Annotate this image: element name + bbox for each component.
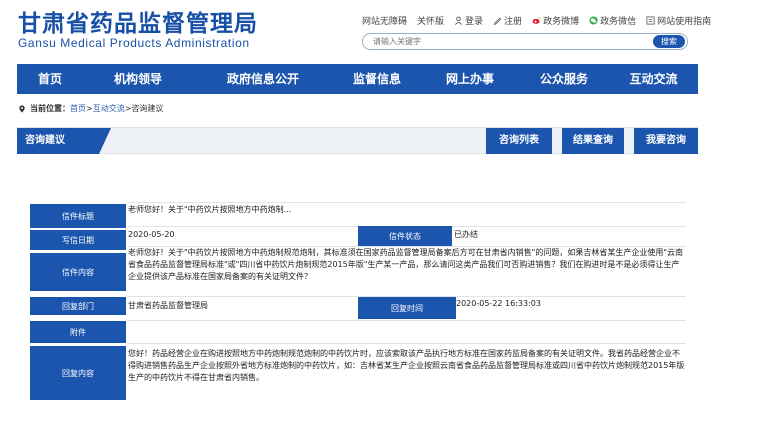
breadcrumb: 当前位置： 首页 > 互动交流 > 咨询建议 <box>18 103 163 114</box>
department-label: 回复部门 <box>30 297 126 315</box>
attachment-label: 附件 <box>30 321 126 343</box>
content-value: 老师您好！关于"中药饮片按照地方中药炮制规范炮制，其标准须在国家药品监督管理局备… <box>128 248 684 281</box>
login-link[interactable]: 登录 <box>454 14 483 27</box>
reply-value: 您好！药品经营企业在购进按照地方中药炮制规范炮制的中药饮片时，应该索取该产品执行… <box>128 349 685 382</box>
nav-item-interaction[interactable]: 互动交流 <box>609 64 698 94</box>
breadcrumb-home[interactable]: 首页 <box>70 103 86 114</box>
main-nav: 首页 机构领导 政府信息公开 监督信息 网上办事 公众服务 互动交流 <box>17 64 698 94</box>
site-title: 甘肃省药品监督管理局 <box>18 11 258 37</box>
weibo-icon <box>532 16 541 24</box>
weibo-link[interactable]: 政务微博 <box>532 14 579 27</box>
ask-question-button[interactable]: 我要咨询 <box>634 128 698 154</box>
subject-label: 信件标题 <box>30 204 126 228</box>
breadcrumb-sep: > <box>86 104 93 113</box>
search-box: 搜索 <box>362 33 688 50</box>
status-label: 信件状态 <box>358 226 452 246</box>
user-icon <box>455 16 463 25</box>
date-label: 写信日期 <box>30 230 126 250</box>
date-value: 2020-05-20 <box>128 230 175 239</box>
edit-icon <box>493 17 502 25</box>
status-value: 已办结 <box>454 230 478 239</box>
wechat-link[interactable]: 政务微信 <box>589 14 636 27</box>
reply-label: 回复内容 <box>30 346 126 400</box>
nav-item-home[interactable]: 首页 <box>17 64 83 94</box>
section-bar: 咨询建议 咨询列表 结果查询 我要咨询 <box>17 127 698 154</box>
department-value: 甘肃省药品监督管理局 <box>128 301 208 310</box>
guide-icon <box>646 15 655 25</box>
reply-time-label: 回复时间 <box>358 297 456 319</box>
nav-item-supervision[interactable]: 监督信息 <box>333 64 421 94</box>
register-link[interactable]: 注册 <box>493 14 522 27</box>
location-pin-icon <box>19 104 25 113</box>
guide-link[interactable]: 网站使用指南 <box>646 14 711 27</box>
top-links: 网站无障碍 关怀版 登录 注册 政务微博 政务微信 网站使用指南 <box>362 13 721 27</box>
consult-list-button[interactable]: 咨询列表 <box>486 128 552 154</box>
subject-value: 老师您好！关于"中药饮片按照地方中药炮制... <box>128 205 292 214</box>
reply-time-value: 2020-05-22 16:33:03 <box>456 299 541 308</box>
nav-item-online-service[interactable]: 网上办事 <box>421 64 519 94</box>
breadcrumb-interaction[interactable]: 互动交流 <box>93 103 125 114</box>
search-button[interactable]: 搜索 <box>653 35 685 48</box>
breadcrumb-prefix: 当前位置： <box>30 104 70 113</box>
nav-item-leaders[interactable]: 机构领导 <box>83 64 193 94</box>
result-query-button[interactable]: 结果查询 <box>562 128 624 154</box>
nav-item-gov-info[interactable]: 政府信息公开 <box>193 64 333 94</box>
breadcrumb-current: 咨询建议 <box>131 104 164 113</box>
section-title: 咨询建议 <box>17 128 111 154</box>
content-label: 信件内容 <box>30 253 126 291</box>
nav-item-public-service[interactable]: 公众服务 <box>519 64 609 94</box>
search-input[interactable] <box>373 35 613 48</box>
site-subtitle: Gansu Medical Products Administration <box>18 36 250 50</box>
accessibility-link[interactable]: 网站无障碍 <box>362 14 407 27</box>
breadcrumb-sep: > <box>124 104 132 113</box>
wechat-icon <box>589 15 598 25</box>
care-mode-link[interactable]: 关怀版 <box>417 14 444 27</box>
